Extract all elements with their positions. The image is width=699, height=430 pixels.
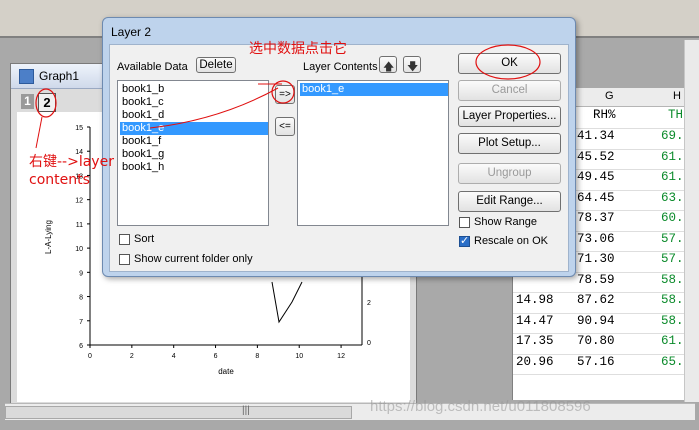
annotation-circle-ok [475, 44, 541, 80]
annotation-side-note-2: contents [29, 172, 90, 188]
annotation-line-tab [35, 116, 43, 149]
annotation-curve [149, 87, 279, 129]
annotation-circle-layer-tab [35, 88, 57, 118]
annotation-top-note: 选中数据点击它 [249, 41, 347, 57]
annotation-overlay [35, 44, 541, 149]
annotation-side-note-1: 右键-->layer [29, 154, 114, 170]
